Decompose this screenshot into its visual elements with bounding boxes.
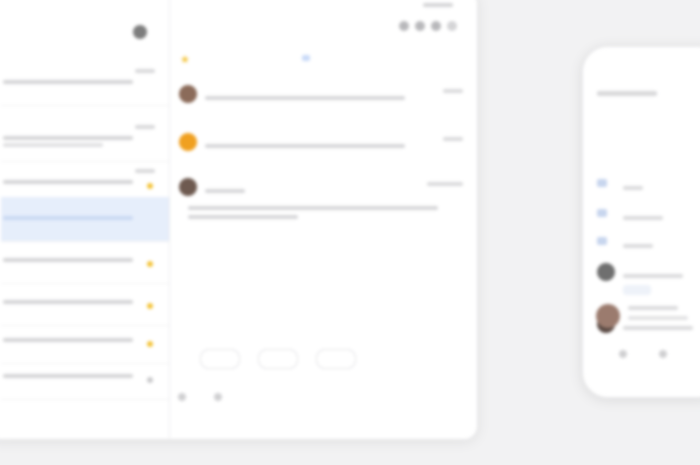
list-item[interactable] — [1, 239, 169, 284]
message-body-line — [188, 206, 438, 210]
message-time — [427, 182, 463, 186]
mail-snippet — [3, 338, 133, 342]
meet-icon[interactable] — [659, 350, 667, 358]
search-bar[interactable] — [597, 91, 657, 96]
folder-label-placeholder — [623, 216, 663, 220]
window-controls[interactable] — [423, 3, 453, 7]
message-snippet — [205, 96, 405, 100]
thread-message-expanded[interactable] — [170, 178, 477, 238]
mail-snippet — [3, 216, 133, 220]
label-icon — [597, 237, 607, 245]
list-item[interactable] — [1, 61, 169, 106]
star-icon[interactable]: ★ — [180, 53, 190, 66]
phone-device — [582, 46, 700, 398]
phone-bottom-nav — [619, 350, 667, 358]
label-icon — [597, 209, 607, 217]
folder-label-placeholder — [623, 244, 653, 248]
avatar — [179, 85, 197, 103]
mail-snippet — [3, 258, 133, 262]
avatar — [179, 133, 197, 151]
reply-actions — [200, 349, 356, 369]
folder-item[interactable] — [597, 175, 700, 201]
star-icon[interactable] — [147, 183, 153, 189]
mail-icon[interactable] — [431, 21, 441, 31]
archive-icon[interactable] — [399, 21, 409, 31]
reply-button[interactable] — [200, 349, 240, 369]
message-snippet — [205, 144, 405, 148]
list-item[interactable] — [1, 117, 169, 162]
folder-label-placeholder — [623, 186, 643, 190]
thread-message[interactable] — [170, 85, 477, 125]
thread-toolbar — [399, 21, 457, 31]
list-item-selected[interactable] — [1, 197, 169, 242]
attachment-icon[interactable] — [147, 377, 153, 383]
list-item[interactable] — [1, 355, 169, 400]
message-time — [443, 89, 463, 93]
mail-snippet — [3, 300, 133, 304]
avatar — [179, 178, 197, 196]
thread-message[interactable] — [170, 133, 477, 173]
mail-snippet — [3, 80, 133, 84]
message-time — [443, 137, 463, 141]
mail-snippet — [3, 136, 133, 140]
conversation-snippet — [623, 274, 683, 278]
delete-icon[interactable] — [415, 21, 425, 31]
conversation-snippet — [623, 326, 693, 330]
message-recipient — [205, 189, 245, 193]
reply-all-button[interactable] — [258, 349, 298, 369]
more-icon[interactable] — [447, 21, 457, 31]
account-avatar[interactable] — [133, 25, 147, 39]
mail-time — [135, 69, 155, 73]
mail-time — [135, 169, 155, 173]
mail-icon[interactable] — [619, 350, 627, 358]
conversation-item[interactable] — [597, 263, 700, 303]
star-icon[interactable] — [147, 261, 153, 267]
avatar — [597, 263, 615, 281]
mail-snippet — [3, 180, 133, 184]
bottom-bar — [178, 393, 222, 401]
star-icon[interactable] — [147, 303, 153, 309]
attachment-chip[interactable] — [623, 285, 651, 295]
conversation-sender — [628, 306, 678, 310]
forward-button[interactable] — [316, 349, 356, 369]
mail-time — [135, 125, 155, 129]
message-body-line — [188, 215, 298, 219]
format-icon[interactable] — [178, 393, 186, 401]
folder-item[interactable] — [597, 205, 700, 231]
inbox-list-pane — [0, 0, 169, 439]
mail-snippet-line2 — [3, 143, 103, 147]
star-icon[interactable] — [147, 341, 153, 347]
attach-icon[interactable] — [214, 393, 222, 401]
folder-item[interactable] — [597, 233, 700, 259]
tablet-device: ★ — [0, 0, 478, 440]
thread-pane: ★ — [170, 0, 477, 439]
mail-snippet — [3, 374, 133, 378]
label-chip[interactable] — [302, 55, 310, 61]
inbox-icon — [597, 179, 607, 187]
avatar — [596, 304, 620, 328]
conversation-snippet — [628, 316, 688, 320]
